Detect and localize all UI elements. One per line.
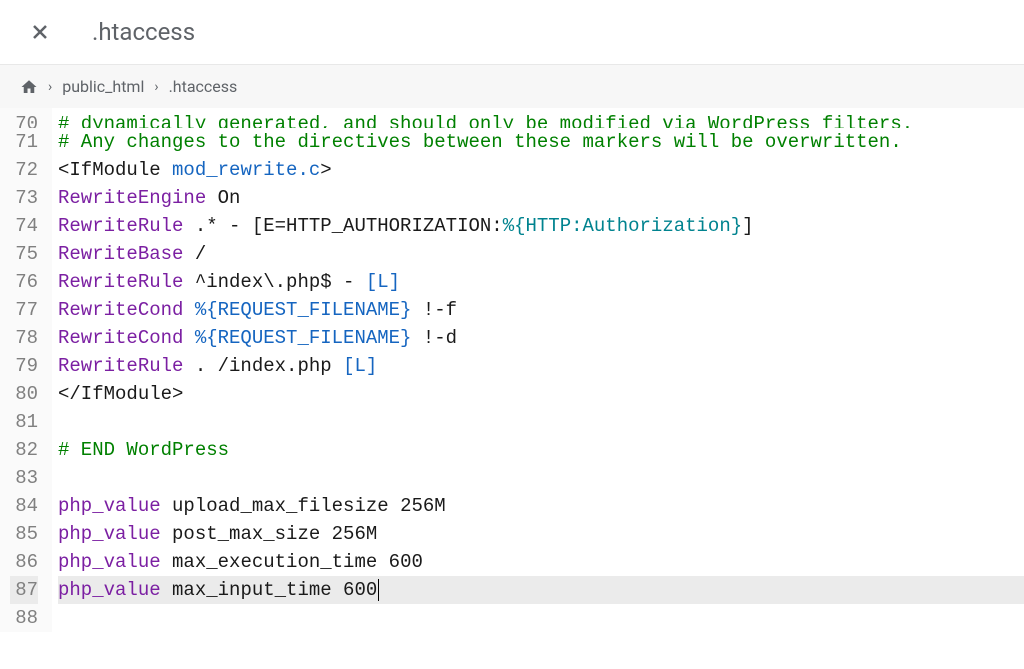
token-keyword: RewriteRule bbox=[58, 215, 183, 237]
line-number: 74 bbox=[10, 212, 38, 240]
line-number: 86 bbox=[10, 548, 38, 576]
token-value: !-f bbox=[411, 299, 457, 321]
code-line[interactable]: <IfModule mod_rewrite.c> bbox=[58, 156, 1024, 184]
token-flag: [L] bbox=[343, 355, 377, 377]
code-line[interactable]: RewriteRule . /index.php [L] bbox=[58, 352, 1024, 380]
token-keyword: RewriteRule bbox=[58, 355, 183, 377]
line-number: 79 bbox=[10, 352, 38, 380]
code-line[interactable]: # END WordPress bbox=[58, 436, 1024, 464]
code-line[interactable]: RewriteEngine On bbox=[58, 184, 1024, 212]
token-value: </IfModule> bbox=[58, 383, 183, 405]
token-keyword: php_value bbox=[58, 495, 161, 517]
token-value bbox=[183, 299, 194, 321]
code-line[interactable]: # dynamically generated, and should only… bbox=[58, 108, 1024, 128]
token-value: / bbox=[183, 243, 206, 265]
line-number: 70 bbox=[10, 108, 38, 128]
line-number: 77 bbox=[10, 296, 38, 324]
token-value: On bbox=[206, 187, 240, 209]
breadcrumb-separator: › bbox=[154, 79, 158, 95]
text-cursor bbox=[378, 579, 379, 601]
token-keyword: php_value bbox=[58, 579, 161, 601]
breadcrumb-separator: › bbox=[48, 79, 52, 95]
code-line[interactable]: # Any changes to the directives between … bbox=[58, 128, 1024, 156]
line-number-gutter: 70717273747576777879808182838485868788 bbox=[0, 108, 52, 632]
code-line[interactable]: RewriteBase / bbox=[58, 240, 1024, 268]
token-comment: # Any changes to the directives between … bbox=[58, 131, 902, 153]
code-content[interactable]: # dynamically generated, and should only… bbox=[52, 108, 1024, 632]
token-keyword: RewriteRule bbox=[58, 271, 183, 293]
line-number: 88 bbox=[10, 604, 38, 632]
token-value: upload_max_filesize 256M bbox=[161, 495, 446, 517]
breadcrumb-item-file[interactable]: .htaccess bbox=[169, 77, 238, 96]
line-number: 82 bbox=[10, 436, 38, 464]
close-button[interactable] bbox=[28, 20, 52, 44]
token-keyword: RewriteEngine bbox=[58, 187, 206, 209]
line-number: 73 bbox=[10, 184, 38, 212]
code-line[interactable]: RewriteCond %{REQUEST_FILENAME} !-d bbox=[58, 324, 1024, 352]
token-value: > bbox=[320, 159, 331, 181]
line-number: 80 bbox=[10, 380, 38, 408]
close-icon bbox=[28, 20, 52, 44]
breadcrumb: › public_html › .htaccess bbox=[0, 65, 1024, 108]
token-keyword: php_value bbox=[58, 551, 161, 573]
code-line[interactable] bbox=[58, 604, 1024, 632]
editor-header: .htaccess bbox=[0, 0, 1024, 65]
token-keyword: RewriteCond bbox=[58, 327, 183, 349]
code-line[interactable]: RewriteRule ^index\.php$ - [L] bbox=[58, 268, 1024, 296]
token-keyword: RewriteCond bbox=[58, 299, 183, 321]
code-editor[interactable]: 70717273747576777879808182838485868788 #… bbox=[0, 108, 1024, 632]
code-line[interactable]: php_value upload_max_filesize 256M bbox=[58, 492, 1024, 520]
code-line[interactable]: </IfModule> bbox=[58, 380, 1024, 408]
code-line[interactable]: php_value max_input_time 600 bbox=[58, 576, 1024, 604]
token-value: !-d bbox=[411, 327, 457, 349]
token-flag: [L] bbox=[366, 271, 400, 293]
code-line[interactable]: php_value post_max_size 256M bbox=[58, 520, 1024, 548]
code-line[interactable] bbox=[58, 408, 1024, 436]
token-keyword: php_value bbox=[58, 523, 161, 545]
line-number: 78 bbox=[10, 324, 38, 352]
line-number: 75 bbox=[10, 240, 38, 268]
token-value: . /index.php bbox=[183, 355, 343, 377]
line-number: 85 bbox=[10, 520, 38, 548]
token-directive: %{REQUEST_FILENAME} bbox=[195, 299, 412, 321]
token-value: post_max_size 256M bbox=[161, 523, 378, 545]
line-number: 81 bbox=[10, 408, 38, 436]
token-comment: # END WordPress bbox=[58, 439, 229, 461]
line-number: 72 bbox=[10, 156, 38, 184]
line-number: 71 bbox=[10, 128, 38, 156]
token-value: ] bbox=[742, 215, 753, 237]
token-directive: mod_rewrite.c bbox=[172, 159, 320, 181]
token-value: <IfModule bbox=[58, 159, 172, 181]
token-directive: %{REQUEST_FILENAME} bbox=[195, 327, 412, 349]
token-value bbox=[183, 327, 194, 349]
token-var: %{HTTP:Authorization} bbox=[503, 215, 742, 237]
breadcrumb-item-folder[interactable]: public_html bbox=[62, 77, 144, 96]
filename-label: .htaccess bbox=[92, 18, 195, 46]
home-icon bbox=[20, 78, 38, 96]
token-value: ^index\.php$ - bbox=[183, 271, 365, 293]
line-number: 87 bbox=[10, 576, 38, 604]
line-number: 76 bbox=[10, 268, 38, 296]
code-line[interactable]: RewriteRule .* - [E=HTTP_AUTHORIZATION:%… bbox=[58, 212, 1024, 240]
token-value: max_execution_time 600 bbox=[161, 551, 423, 573]
line-number: 83 bbox=[10, 464, 38, 492]
token-keyword: RewriteBase bbox=[58, 243, 183, 265]
token-value: .* - [E=HTTP_AUTHORIZATION: bbox=[183, 215, 502, 237]
token-comment: # dynamically generated, and should only… bbox=[58, 113, 913, 128]
code-line[interactable]: RewriteCond %{REQUEST_FILENAME} !-f bbox=[58, 296, 1024, 324]
code-line[interactable] bbox=[58, 464, 1024, 492]
breadcrumb-home[interactable] bbox=[20, 78, 38, 96]
line-number: 84 bbox=[10, 492, 38, 520]
code-line[interactable]: php_value max_execution_time 600 bbox=[58, 548, 1024, 576]
token-value: max_input_time 600 bbox=[161, 579, 378, 601]
